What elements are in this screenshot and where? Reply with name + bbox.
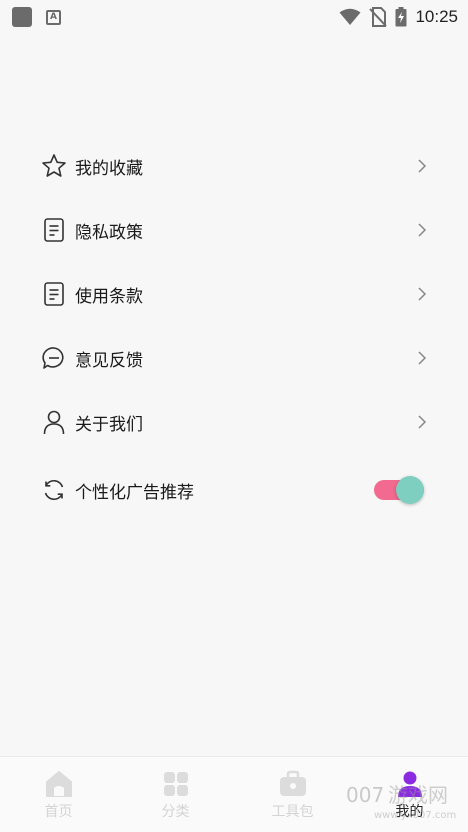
bottom-nav: 首页 分类 工具包 我的 007 游戏网 www.yx007.com	[0, 756, 468, 832]
menu-item-label: 意见反馈	[75, 350, 143, 371]
chevron-right-icon	[416, 222, 428, 238]
nav-item-toolbox[interactable]: 工具包	[234, 757, 351, 832]
profile-icon	[395, 769, 425, 799]
personalized-ads-toggle[interactable]	[374, 476, 424, 504]
menu-item-label: 使用条款	[75, 286, 143, 307]
menu-item-favorites[interactable]: 我的收藏	[0, 134, 468, 198]
menu-item-label: 个性化广告推荐	[75, 482, 194, 503]
grid-icon	[161, 769, 191, 799]
chevron-right-icon	[416, 350, 428, 366]
star-icon	[40, 152, 68, 180]
document-icon	[40, 216, 68, 244]
nav-item-mine[interactable]: 我的	[351, 757, 468, 832]
menu-item-label: 我的收藏	[75, 158, 143, 179]
menu-item-privacy-policy[interactable]: 隐私政策	[0, 198, 468, 262]
menu-item-feedback[interactable]: 意见反馈	[0, 326, 468, 390]
home-icon	[44, 769, 74, 799]
toolbox-icon	[278, 769, 308, 799]
menu-item-personalized-ads: 个性化广告推荐	[0, 454, 468, 526]
menu-item-terms-of-use[interactable]: 使用条款	[0, 262, 468, 326]
chevron-right-icon	[416, 286, 428, 302]
chat-bubble-icon	[40, 344, 68, 372]
text-a-icon: A	[46, 9, 61, 25]
app-square-icon	[12, 7, 32, 27]
battery-charging-icon	[395, 7, 407, 27]
menu-item-label: 隐私政策	[75, 222, 143, 243]
chevron-right-icon	[416, 414, 428, 430]
nav-label: 我的	[395, 804, 424, 820]
status-left: A	[12, 7, 61, 27]
toggle-knob	[396, 476, 424, 504]
no-sim-icon	[369, 7, 388, 27]
nav-item-home[interactable]: 首页	[0, 757, 117, 832]
menu-item-label: 关于我们	[75, 414, 143, 435]
menu-item-about-us[interactable]: 关于我们	[0, 390, 468, 454]
wifi-icon	[339, 8, 361, 25]
person-icon	[40, 408, 68, 436]
status-bar: A 10:25	[0, 0, 468, 34]
nav-label: 分类	[161, 804, 190, 820]
menu-list: 我的收藏 隐私政策 使用条款 意见反馈 关于我们 个性化广告推荐	[0, 134, 468, 526]
status-right: 10:25	[339, 7, 458, 27]
refresh-icon	[40, 476, 68, 504]
status-time: 10:25	[415, 7, 458, 26]
nav-label: 工具包	[271, 804, 314, 820]
chevron-right-icon	[416, 158, 428, 174]
screen: A 10:25 我的收藏 隐私政策 使用条款 意见反馈 关于我们 个性化广告推荐…	[0, 0, 468, 832]
nav-label: 首页	[44, 804, 73, 820]
document-icon	[40, 280, 68, 308]
nav-item-category[interactable]: 分类	[117, 757, 234, 832]
